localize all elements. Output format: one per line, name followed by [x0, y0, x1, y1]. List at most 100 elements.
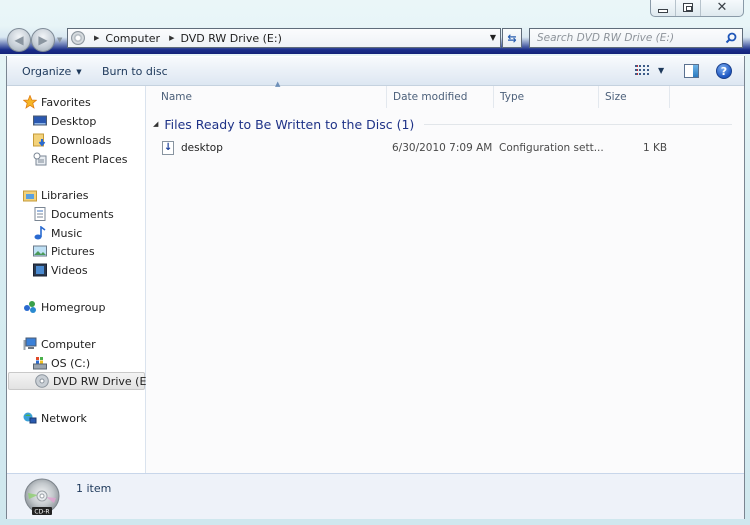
sidebar-item-documents[interactable]: Documents — [7, 205, 145, 223]
help-button[interactable]: ? — [716, 63, 732, 79]
sidebar-item-pictures[interactable]: Pictures — [7, 242, 145, 260]
organize-label: Organize — [22, 65, 72, 78]
sidebar-item-libraries[interactable]: Libraries — [7, 186, 145, 204]
column-label: Date modified — [393, 91, 468, 103]
sidebar-item-network[interactable]: Network — [7, 409, 145, 427]
column-header-size[interactable]: Size — [599, 86, 670, 108]
search-icon[interactable] — [725, 32, 737, 44]
minimize-button[interactable] — [651, 0, 676, 16]
burn-to-disc-button[interactable]: Burn to disc — [102, 65, 168, 78]
search-input[interactable] — [537, 32, 717, 44]
forward-button[interactable]: ▶ — [31, 28, 55, 52]
chevron-down-icon: ▼ — [76, 67, 82, 76]
sidebar-item-dvd-drive[interactable]: DVD RW Drive (E:) — [8, 372, 154, 390]
recent-pages-dropdown[interactable]: ▼ — [57, 36, 62, 44]
column-header-type[interactable]: Type — [494, 86, 599, 108]
dvd-drive-icon — [71, 31, 85, 45]
sidebar-label: DVD RW Drive (E:) — [53, 374, 155, 388]
column-header-name[interactable]: Name ▲ — [155, 80, 387, 108]
breadcrumb-dvd-drive[interactable]: DVD RW Drive (E:) — [180, 32, 281, 45]
sidebar-label: Documents — [51, 207, 114, 221]
preview-pane-button[interactable] — [684, 64, 699, 78]
group-header[interactable]: ◢ Files Ready to Be Written to the Disc … — [153, 116, 738, 132]
minimize-icon — [658, 8, 668, 13]
file-row[interactable]: desktop 6/30/2010 7:09 AM Configuration … — [155, 139, 685, 157]
sidebar-item-homegroup[interactable]: Homegroup — [7, 298, 145, 316]
sidebar-label: Downloads — [51, 133, 112, 147]
chevron-down-icon[interactable]: ▼ — [658, 66, 664, 75]
sidebar-label: Recent Places — [51, 152, 128, 166]
config-file-icon — [162, 141, 174, 155]
file-size: 1 KB — [643, 142, 668, 154]
sidebar-label: Libraries — [41, 188, 89, 202]
burn-label: Burn to disc — [102, 65, 168, 78]
title-bar: ✕ — [0, 0, 750, 26]
computer-icon — [23, 337, 37, 350]
refresh-icon: ⇆ — [507, 31, 517, 45]
sort-ascending-icon: ▲ — [275, 80, 281, 88]
libraries-icon — [23, 190, 37, 202]
sidebar-item-desktop[interactable]: Desktop — [7, 112, 145, 130]
file-type: Configuration sett... — [499, 142, 604, 154]
homegroup-icon — [24, 301, 36, 313]
arrow-left-icon: ◀ — [14, 33, 24, 47]
sidebar-item-music[interactable]: Music — [7, 224, 145, 242]
caption-buttons: ✕ — [650, 0, 744, 17]
breadcrumb-computer[interactable]: Computer — [105, 32, 160, 45]
file-date-modified: 6/30/2010 7:09 AM — [392, 142, 493, 154]
sidebar-item-favorites[interactable]: Favorites — [7, 93, 145, 111]
details-pane: CD-R 1 item — [7, 473, 744, 519]
cd-r-disc-icon: CD-R — [24, 478, 60, 516]
search-box[interactable] — [529, 28, 743, 48]
help-icon: ? — [720, 64, 728, 78]
breadcrumb-separator-icon[interactable]: ▶ — [169, 34, 174, 42]
sidebar-item-os-c[interactable]: OS (C:) — [7, 354, 145, 372]
sidebar-item-downloads[interactable]: Downloads — [7, 131, 145, 149]
pictures-icon — [33, 245, 47, 257]
breadcrumb-separator-icon[interactable]: ▶ — [94, 34, 99, 42]
sidebar-label: Favorites — [41, 95, 91, 109]
hard-drive-icon — [33, 357, 47, 370]
restore-icon — [683, 3, 693, 12]
organize-button[interactable]: Organize ▼ — [22, 65, 82, 78]
sidebar-label: Network — [41, 411, 87, 425]
network-icon — [23, 412, 37, 424]
star-icon — [23, 95, 37, 109]
file-list: Name ▲ Date modified Type Size ◢ Files R… — [147, 80, 744, 473]
sidebar-item-recent-places[interactable]: Recent Places — [7, 150, 145, 168]
sidebar-label: Homegroup — [41, 300, 106, 314]
sidebar-label: Videos — [51, 263, 88, 277]
sidebar-label: Pictures — [51, 244, 95, 258]
disc-label: CD-R — [34, 509, 49, 516]
close-icon: ✕ — [716, 0, 728, 15]
group-divider — [424, 123, 732, 125]
sidebar-item-videos[interactable]: Videos — [7, 261, 145, 279]
sidebar-item-computer[interactable]: Computer — [7, 335, 145, 353]
back-button[interactable]: ◀ — [7, 28, 31, 52]
navigation-pane: Favorites Desktop Downloads Recent Place… — [7, 86, 154, 473]
refresh-button[interactable]: ⇆ — [502, 28, 522, 48]
videos-icon — [33, 263, 47, 277]
explorer-frame: Organize ▼ Burn to disc ▼ ? Favorites De… — [6, 56, 745, 519]
group-title: Files Ready to Be Written to the Disc (1… — [164, 116, 415, 132]
item-count: 1 item — [76, 482, 112, 495]
column-label: Name — [161, 91, 192, 103]
sidebar-label: Desktop — [51, 114, 97, 128]
close-button[interactable]: ✕ — [701, 0, 743, 16]
desktop-icon — [33, 115, 47, 126]
downloads-icon — [33, 133, 46, 147]
views-icon — [635, 65, 649, 76]
collapse-triangle-icon[interactable]: ◢ — [153, 120, 158, 128]
command-bar: Organize ▼ Burn to disc ▼ ? — [7, 56, 744, 86]
restore-button[interactable] — [676, 0, 701, 16]
sidebar-label: OS (C:) — [51, 356, 91, 370]
change-view-button[interactable]: ▼ — [635, 65, 664, 76]
documents-icon — [34, 207, 46, 221]
recent-places-icon — [33, 152, 47, 166]
dvd-drive-icon — [35, 374, 49, 388]
address-dropdown-icon[interactable]: ▼ — [490, 33, 496, 42]
music-icon — [34, 226, 46, 240]
column-label: Size — [605, 91, 627, 103]
address-bar[interactable]: ▶ Computer ▶ DVD RW Drive (E:) ▼ — [67, 28, 501, 48]
column-header-date-modified[interactable]: Date modified — [387, 86, 494, 108]
